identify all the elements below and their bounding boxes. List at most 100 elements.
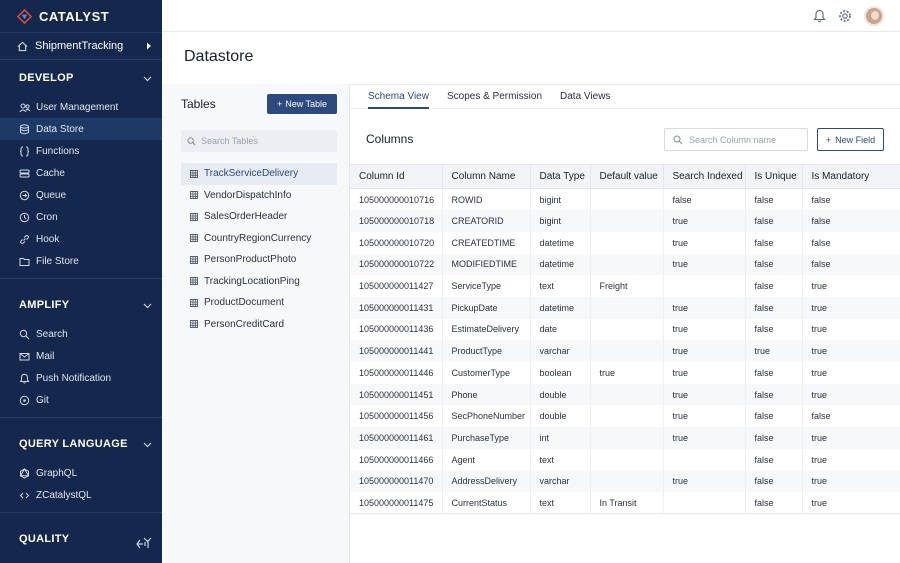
table-cell: CurrentStatus <box>442 492 531 515</box>
column-header[interactable]: Column Name <box>442 164 531 189</box>
table-row[interactable]: 105000000011451 Phone double true false true <box>350 383 900 406</box>
sidebar: CATALYST ShipmentTracking DEVELOP User Ma… <box>0 0 162 563</box>
column-header[interactable]: Default value <box>590 164 664 189</box>
table-list-item[interactable]: TrackingLocationPing <box>181 271 337 293</box>
queue-icon <box>19 190 30 201</box>
column-header[interactable]: Column Id <box>350 164 443 189</box>
table-row[interactable]: 105000000010722 MODIFIEDTIME datetime true f… <box>350 253 900 276</box>
sidebar-item-git[interactable]: Git <box>0 389 162 411</box>
sidebar-item-label: Mail <box>36 350 55 362</box>
table-row[interactable]: 105000000011446 CustomerType boolean true tr… <box>350 362 900 384</box>
user-avatar[interactable] <box>864 5 884 26</box>
table-cell: 105000000011451 <box>350 383 443 406</box>
sidebar-item-graphql[interactable]: GraphQL <box>0 462 162 484</box>
sidebar-item-queue[interactable]: Queue <box>0 184 162 206</box>
table-list-item[interactable]: VendorDispatchInfo <box>181 185 337 207</box>
search-column-box[interactable] <box>664 128 808 151</box>
table-list-item[interactable]: CountryRegionCurrency <box>181 228 337 250</box>
search-column-input[interactable] <box>689 134 801 145</box>
table-list-item[interactable]: ProductDocument <box>181 292 337 314</box>
tab-data-views[interactable]: Data Views <box>560 84 610 109</box>
new-table-label: New Table <box>285 99 328 109</box>
table-row[interactable]: 105000000011456 SecPhoneNumber double true f… <box>350 405 900 428</box>
table-row[interactable]: 105000000011475 CurrentStatus text In Trans… <box>350 492 900 515</box>
table-cell: false <box>745 231 803 254</box>
sidebar-item-data-store[interactable]: Data Store <box>0 118 162 140</box>
tab-schema-view[interactable]: Schema View <box>368 84 429 109</box>
table-row[interactable]: 105000000011431 PickupDate datetime true fal… <box>350 296 900 319</box>
column-header[interactable]: Is Unique <box>745 164 803 189</box>
chevron-down-icon <box>143 71 152 85</box>
tab-scopes-permission[interactable]: Scopes & Permission <box>447 84 542 109</box>
table-cell: false <box>745 470 803 493</box>
project-name: ShipmentTracking <box>35 40 124 52</box>
sidebar-item-file-store[interactable]: File Store <box>0 250 162 272</box>
table-row[interactable]: 105000000011441 ProductType varchar true tru… <box>350 340 900 362</box>
sidebar-item-cron[interactable]: Cron <box>0 206 162 228</box>
sidebar-item-push-notification[interactable]: Push Notification <box>0 367 162 389</box>
table-cell: PickupDate <box>442 296 531 319</box>
column-header[interactable]: Data Type <box>530 164 591 189</box>
table-cell: datetime <box>530 296 591 319</box>
search-tables-box[interactable] <box>181 130 337 152</box>
table-cell: datetime <box>530 231 591 254</box>
table-row[interactable]: 105000000011436 EstimateDelivery date true f… <box>350 318 900 341</box>
table-cell: false <box>745 275 803 297</box>
mail-icon <box>19 351 30 362</box>
sidebar-section-title: QUERY LANGUAGE <box>19 438 128 450</box>
table-cell: text <box>530 275 591 297</box>
sidebar-section-develop[interactable]: DEVELOP <box>0 60 162 96</box>
sidebar-section-amplify[interactable]: AMPLIFY <box>0 287 162 323</box>
search-icon <box>673 134 683 144</box>
table-name: PersonProductPhoto <box>204 254 297 266</box>
table-list-item[interactable]: SalesOrderHeader <box>181 206 337 228</box>
table-grid-icon <box>190 296 198 310</box>
search-tables-input[interactable] <box>201 136 321 146</box>
table-cell: ProductType <box>442 340 531 362</box>
table-cell <box>590 340 664 362</box>
sidebar-item-functions[interactable]: Functions <box>0 140 162 162</box>
table-list-item[interactable]: TrackServiceDelivery <box>181 163 337 185</box>
sidebar-item-zcatalystql[interactable]: ZCatalystQL <box>0 484 162 506</box>
sidebar-item-hook[interactable]: Hook <box>0 228 162 250</box>
settings-gear-icon[interactable] <box>838 9 852 23</box>
sidebar-item-label: Hook <box>36 233 60 245</box>
collapse-sidebar-icon[interactable] <box>136 539 150 549</box>
column-header[interactable]: Is Mandatory <box>802 164 900 189</box>
column-header[interactable]: Search Indexed <box>663 164 746 189</box>
project-selector[interactable]: ShipmentTracking <box>0 32 162 60</box>
table-cell: 105000000011470 <box>350 470 443 493</box>
table-cell: MODIFIEDTIME <box>442 253 531 276</box>
table-cell: 105000000010720 <box>350 231 443 254</box>
sidebar-item-mail[interactable]: Mail <box>0 345 162 367</box>
table-cell: false <box>745 383 803 406</box>
sidebar-item-label: Git <box>36 394 49 406</box>
new-table-button[interactable]: + New Table <box>267 94 337 114</box>
table-row[interactable]: 105000000011427 ServiceType text Freight fal… <box>350 275 900 297</box>
table-cell: varchar <box>530 470 591 493</box>
table-list-item[interactable]: PersonCreditCard <box>181 314 337 336</box>
home-icon <box>17 41 28 51</box>
table-row[interactable]: 105000000010718 CREATORID bigint true false f… <box>350 210 900 232</box>
table-cell: true <box>663 210 746 232</box>
sidebar-item-user-management[interactable]: User Management <box>0 96 162 118</box>
sidebar-section-query-language[interactable]: QUERY LANGUAGE <box>0 426 162 462</box>
new-field-button[interactable]: + New Field <box>817 128 884 151</box>
table-row[interactable]: 105000000011461 PurchaseType int true false t… <box>350 427 900 449</box>
table-cell: Phone <box>442 383 531 406</box>
brand[interactable]: CATALYST <box>0 0 162 32</box>
table-cell <box>590 296 664 319</box>
table-row[interactable]: 105000000011470 AddressDelivery varchar tru… <box>350 470 900 493</box>
table-cell: false <box>745 296 803 319</box>
catalyst-logo-icon <box>17 8 32 24</box>
table-row[interactable]: 105000000011466 Agent text false true <box>350 448 900 471</box>
sidebar-item-cache[interactable]: Cache <box>0 162 162 184</box>
table-row[interactable]: 105000000010716 ROWID bigint false false fals… <box>350 188 900 211</box>
notifications-bell-icon[interactable] <box>812 9 826 23</box>
table-cell: date <box>530 318 591 341</box>
table-row[interactable]: 105000000010720 CREATEDTIME datetime true fa… <box>350 231 900 254</box>
search-icon <box>19 329 30 340</box>
table-cell: AddressDelivery <box>442 470 531 493</box>
table-list-item[interactable]: PersonProductPhoto <box>181 249 337 271</box>
sidebar-item-search[interactable]: Search <box>0 323 162 345</box>
